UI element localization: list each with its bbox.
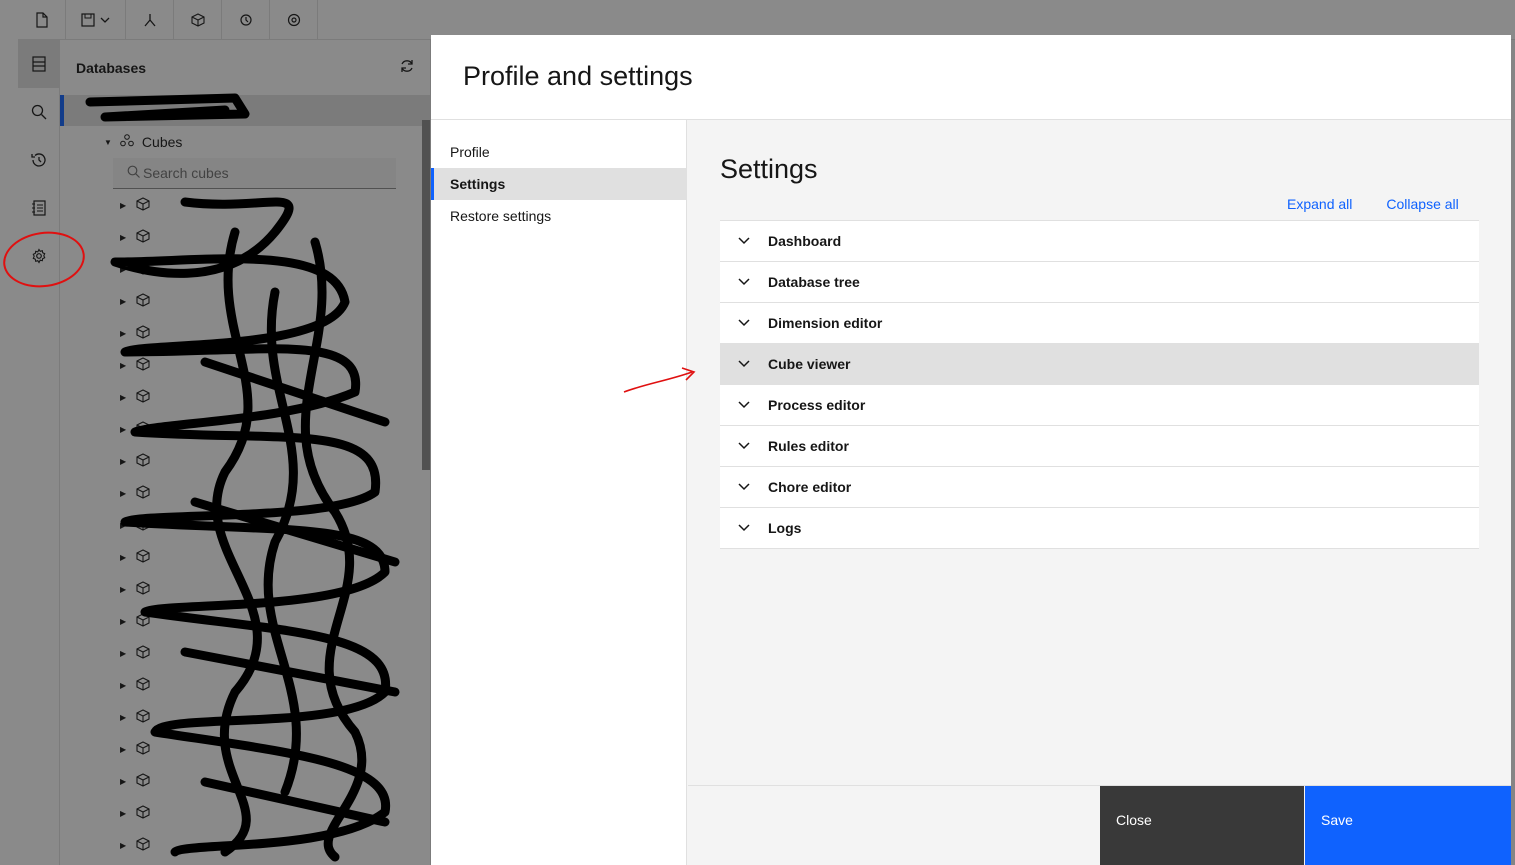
collapse-all-link[interactable]: Collapse all: [1386, 196, 1458, 212]
accordion-item-label: Database tree: [768, 274, 860, 290]
accordion-item-label: Chore editor: [768, 479, 852, 495]
modal-title: Profile and settings: [463, 61, 693, 91]
chevron-down-icon: [736, 479, 752, 495]
accordion-item-cube-viewer[interactable]: Cube viewer: [720, 344, 1479, 385]
save-button[interactable]: Save: [1305, 786, 1511, 865]
redaction-scribble: [85, 93, 400, 862]
accordion-item-label: Dashboard: [768, 233, 842, 249]
settings-accordion: Dashboard Database tree Dimension editor Cu…: [720, 220, 1479, 549]
expand-all-link[interactable]: Expand all: [1287, 196, 1352, 212]
accordion-item-label: Dimension editor: [768, 315, 883, 331]
annotation-arrow: [623, 367, 696, 393]
accordion-item-logs[interactable]: Logs: [720, 508, 1479, 549]
accordion-controls: Expand all Collapse all: [1287, 196, 1459, 212]
accordion-item-label: Logs: [768, 520, 802, 536]
accordion-item-dashboard[interactable]: Dashboard: [720, 221, 1479, 262]
chevron-down-icon: [736, 274, 752, 290]
accordion-item-dimension-editor[interactable]: Dimension editor: [720, 303, 1479, 344]
modal-footer: Close Save: [688, 785, 1511, 865]
accordion-item-label: Process editor: [768, 397, 866, 413]
nav-item-restore-settings[interactable]: Restore settings: [431, 200, 686, 232]
accordion-item-database-tree[interactable]: Database tree: [720, 262, 1479, 303]
profile-settings-modal: Profile and settings Profile Settings Re…: [431, 35, 1511, 865]
nav-item-profile[interactable]: Profile: [431, 136, 686, 168]
nav-item-settings[interactable]: Settings: [431, 168, 686, 200]
settings-title: Settings: [720, 154, 818, 184]
chevron-down-icon: [736, 397, 752, 413]
chevron-down-icon: [736, 233, 752, 249]
accordion-item-process-editor[interactable]: Process editor: [720, 385, 1479, 426]
chevron-down-icon: [736, 438, 752, 454]
accordion-item-label: Cube viewer: [768, 356, 851, 372]
close-button[interactable]: Close: [1100, 786, 1304, 865]
settings-content: Settings Expand all Collapse all Dashboa…: [688, 120, 1511, 785]
accordion-item-label: Rules editor: [768, 438, 849, 454]
modal-header: Profile and settings: [431, 35, 1511, 120]
chevron-down-icon: [736, 520, 752, 536]
accordion-item-chore-editor[interactable]: Chore editor: [720, 467, 1479, 508]
modal-side-nav: Profile Settings Restore settings: [431, 120, 687, 865]
accordion-item-rules-editor[interactable]: Rules editor: [720, 426, 1479, 467]
chevron-down-icon: [736, 356, 752, 372]
chevron-down-icon: [736, 315, 752, 331]
